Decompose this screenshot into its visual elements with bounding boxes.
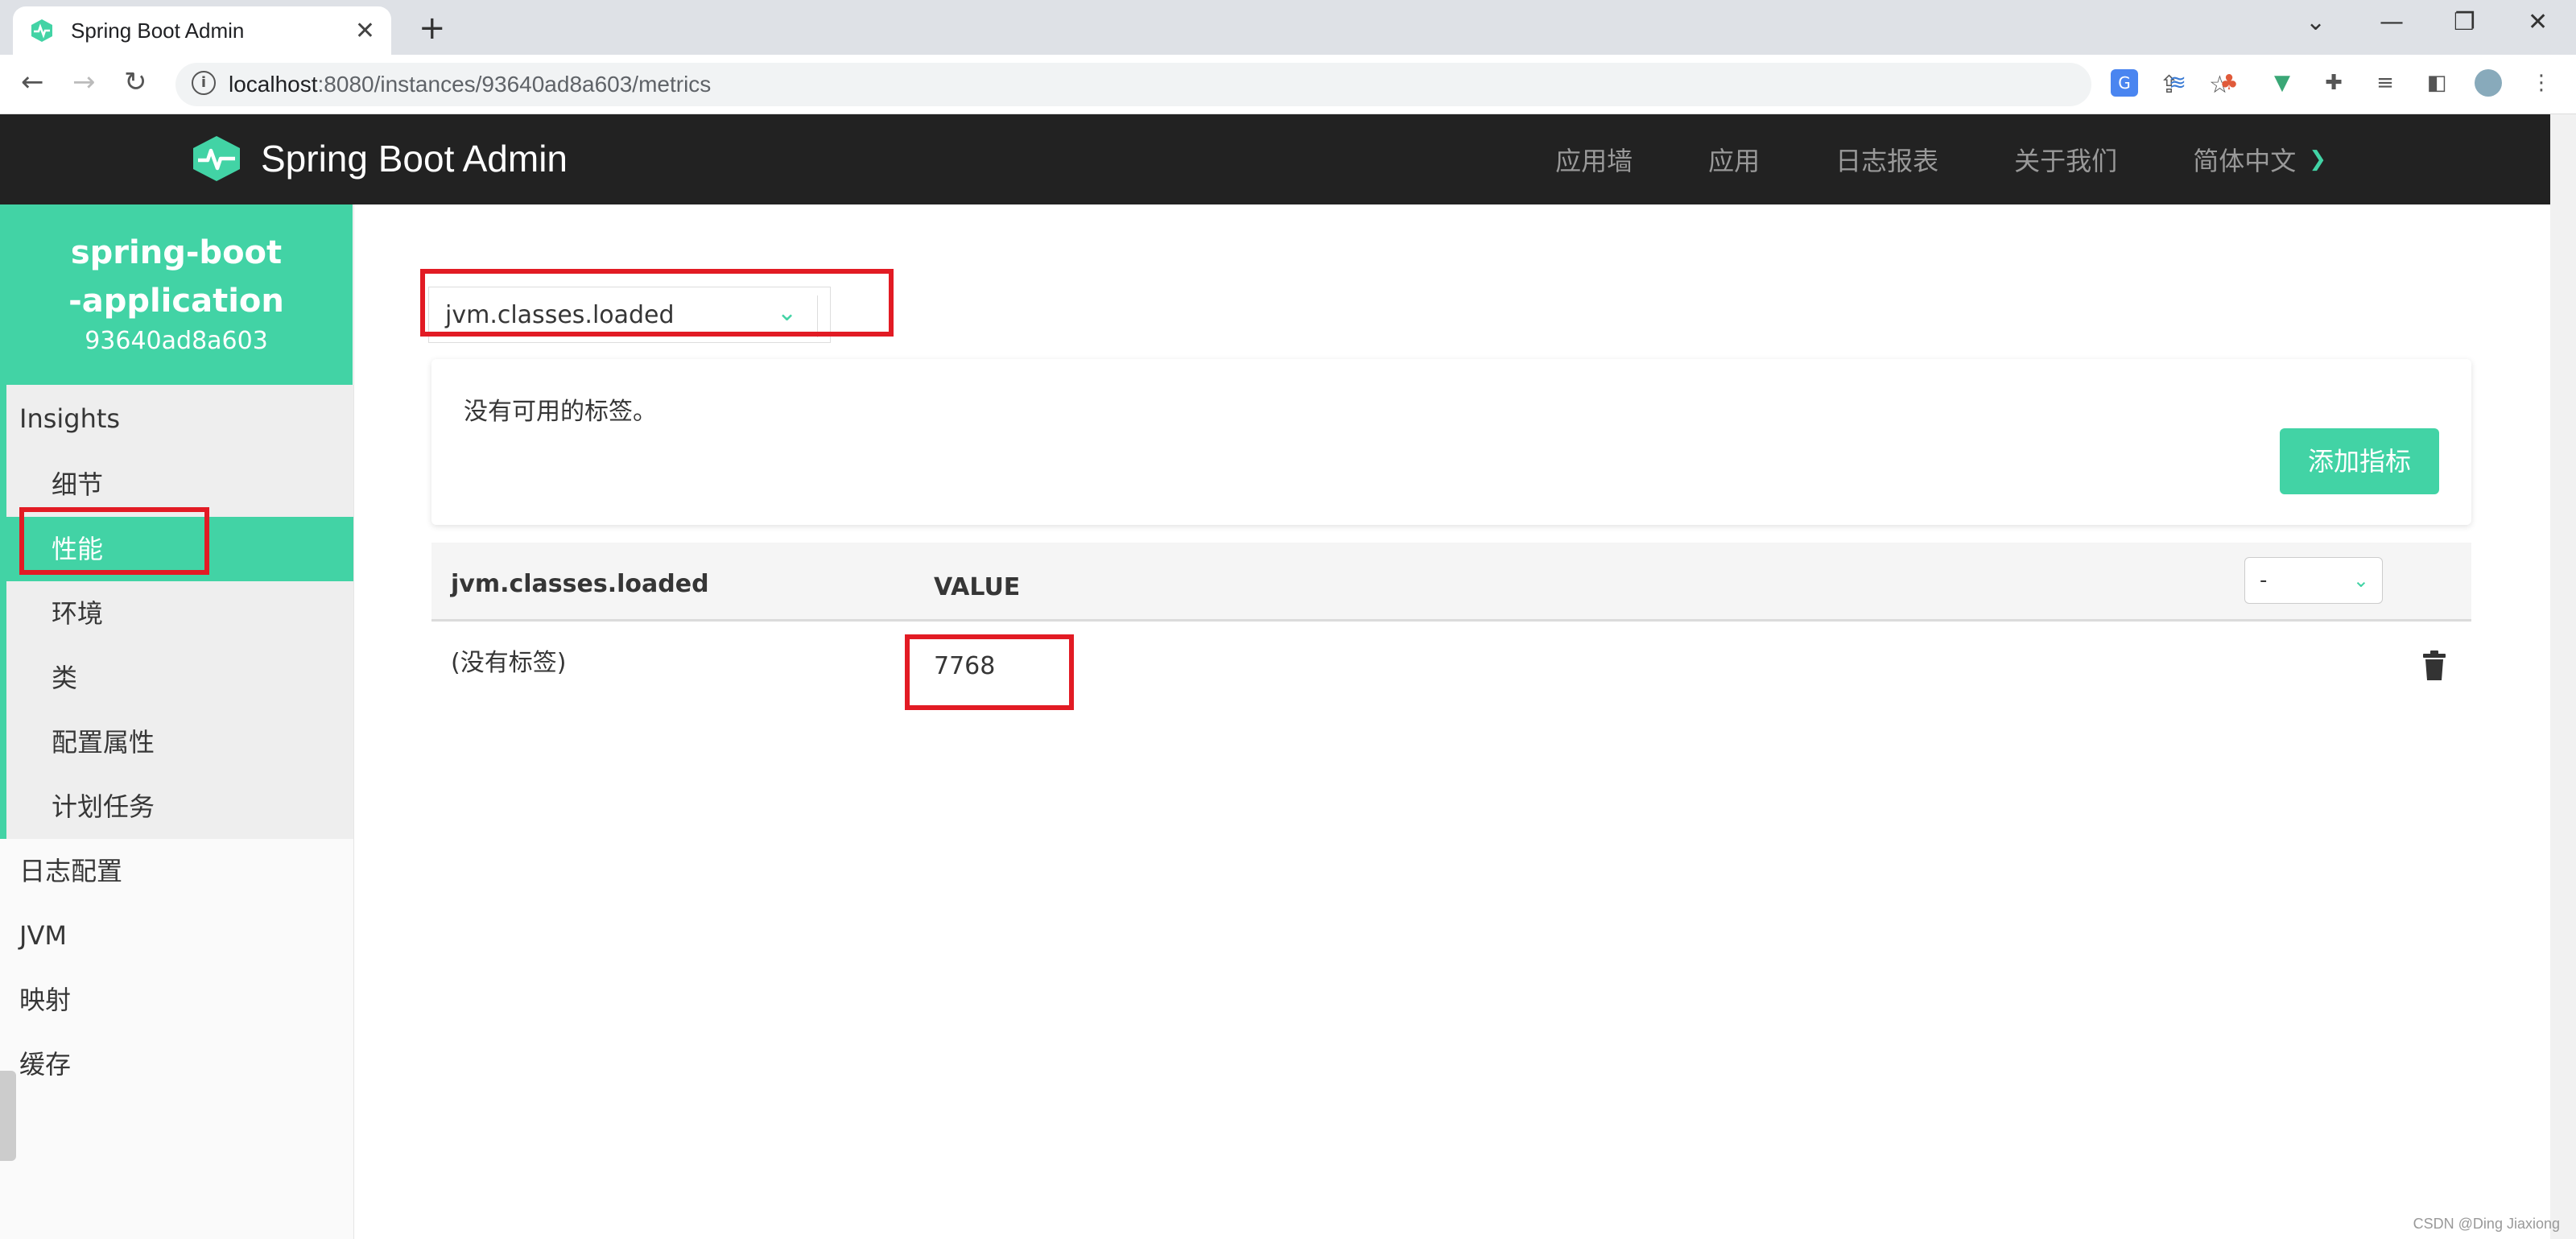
url-text[interactable]: localhost:8080/instances/93640ad8a603/me… bbox=[229, 72, 711, 97]
sidebar-item-scheduledtasks[interactable]: 计划任务 bbox=[6, 774, 353, 839]
unit-select-value: - bbox=[2260, 568, 2268, 593]
sidebar-item-insights[interactable]: Insights bbox=[6, 385, 353, 452]
language-label: 简体中文 bbox=[2193, 146, 2297, 176]
tree-extension-icon[interactable]: ♣ bbox=[2215, 69, 2243, 97]
highlight-box-metrics bbox=[19, 507, 209, 575]
main-content: jvm.classes.loaded ⌄ 没有可用的标签。 添加指标 jvm.c… bbox=[354, 204, 2550, 1239]
metric-table: jvm.classes.loaded VALUE - ⌄ (没有标签) 7768 bbox=[431, 543, 2471, 710]
back-icon[interactable]: ← bbox=[21, 66, 44, 98]
side-panel-icon[interactable]: ◧ bbox=[2423, 69, 2450, 97]
nav-link-wallboard[interactable]: 应用墙 bbox=[1555, 141, 1633, 178]
insights-group: Insights 细节 性能 环境 类 配置属性 计划任务 bbox=[0, 385, 353, 839]
trash-icon[interactable] bbox=[2421, 650, 2447, 681]
brand[interactable]: Spring Boot Admin bbox=[190, 134, 568, 183]
brand-title: Spring Boot Admin bbox=[261, 138, 568, 180]
profile-avatar[interactable] bbox=[2475, 69, 2502, 97]
sidebar-item-configprops[interactable]: 配置属性 bbox=[6, 710, 353, 774]
instance-header: spring-boot-application 93640ad8a603 bbox=[0, 204, 353, 385]
url-path: :8080/instances/93640ad8a603/metrics bbox=[317, 72, 712, 97]
value-header: VALUE bbox=[934, 573, 1021, 601]
minimize-icon[interactable]: — bbox=[2380, 8, 2404, 36]
nav-link-applications[interactable]: 应用 bbox=[1708, 141, 1760, 178]
nav-link-journal[interactable]: 日志报表 bbox=[1835, 141, 1938, 178]
url-host: localhost bbox=[229, 72, 318, 97]
vue-extension-icon[interactable]: ▼ bbox=[2268, 69, 2296, 97]
sidebar-item-mappings[interactable]: 映射 bbox=[0, 968, 353, 1032]
table-header: jvm.classes.loaded VALUE - ⌄ bbox=[431, 543, 2471, 622]
highlight-box-select bbox=[420, 269, 894, 337]
tab-search-chevron-icon[interactable]: ⌄ bbox=[2306, 8, 2326, 36]
new-tab-button[interactable]: + bbox=[419, 10, 446, 47]
tab-title: Spring Boot Admin bbox=[71, 18, 245, 43]
sidebar-item-environment[interactable]: 环境 bbox=[6, 581, 353, 646]
spring-logo-icon bbox=[193, 136, 240, 181]
reload-icon[interactable]: ↻ bbox=[124, 66, 147, 98]
chevron-down-icon: ❯ bbox=[2309, 147, 2326, 171]
layers-extension-icon[interactable]: ≋ bbox=[2164, 69, 2191, 97]
spring-favicon-icon bbox=[31, 19, 52, 42]
sidebar: spring-boot-application 93640ad8a603 Ins… bbox=[0, 204, 354, 1239]
browser-tab[interactable]: Spring Boot Admin ✕ bbox=[13, 6, 391, 55]
language-selector[interactable]: 简体中文 ❯ bbox=[2193, 141, 2326, 178]
reading-list-icon[interactable]: ≡ bbox=[2372, 69, 2399, 97]
no-tags-message: 没有可用的标签。 bbox=[464, 398, 657, 426]
sidebar-item-loggers[interactable]: 日志配置 bbox=[0, 839, 353, 903]
info-icon[interactable]: i bbox=[192, 71, 216, 95]
highlight-box-value bbox=[905, 634, 1074, 710]
nav-links: 应用墙 应用 日志报表 关于我们 简体中文 ❯ bbox=[1480, 114, 2326, 204]
application-name: spring-boot-application bbox=[0, 229, 353, 325]
unit-select[interactable]: - ⌄ bbox=[2244, 557, 2383, 604]
sidebar-item-caches[interactable]: 缓存 bbox=[0, 1032, 353, 1097]
sidebar-item-jvm[interactable]: JVM bbox=[0, 903, 353, 968]
translate-extension-icon[interactable]: G bbox=[2111, 69, 2138, 97]
application-name-text: spring-boot-application bbox=[68, 234, 284, 320]
forward-icon[interactable]: → bbox=[72, 66, 96, 98]
window-close-icon[interactable]: ✕ bbox=[2528, 8, 2548, 36]
browser-tabbar: Spring Boot Admin ✕ + ⌄ — ❐ ✕ bbox=[0, 0, 2576, 55]
tab-close-icon[interactable]: ✕ bbox=[355, 17, 375, 45]
sidebar-item-classes[interactable]: 类 bbox=[6, 646, 353, 710]
restore-icon[interactable]: ❐ bbox=[2454, 8, 2475, 36]
metric-name-header: jvm.classes.loaded bbox=[451, 570, 709, 598]
add-metric-button[interactable]: 添加指标 bbox=[2280, 428, 2439, 494]
nav-link-about[interactable]: 关于我们 bbox=[2014, 141, 2117, 178]
address-bar[interactable]: i localhost:8080/instances/93640ad8a603/… bbox=[175, 63, 2231, 106]
page-scrollbar[interactable] bbox=[2550, 114, 2576, 1239]
sidebar-scroll-handle[interactable] bbox=[0, 1071, 16, 1161]
chevron-down-icon: ⌄ bbox=[2352, 569, 2369, 592]
menu-dots-icon[interactable]: ⋮ bbox=[2528, 69, 2555, 97]
table-row: (没有标签) 7768 bbox=[431, 622, 2471, 710]
instance-id: 93640ad8a603 bbox=[85, 327, 268, 355]
puzzle-extension-icon[interactable]: ✚ bbox=[2320, 69, 2347, 97]
app-navbar: Spring Boot Admin 应用墙 应用 日志报表 关于我们 简体中文 … bbox=[0, 114, 2550, 204]
row-tag: (没有标签) bbox=[451, 649, 567, 677]
tags-card: 没有可用的标签。 添加指标 bbox=[431, 359, 2471, 525]
watermark: CSDN @Ding Jiaxiong bbox=[2413, 1216, 2560, 1232]
